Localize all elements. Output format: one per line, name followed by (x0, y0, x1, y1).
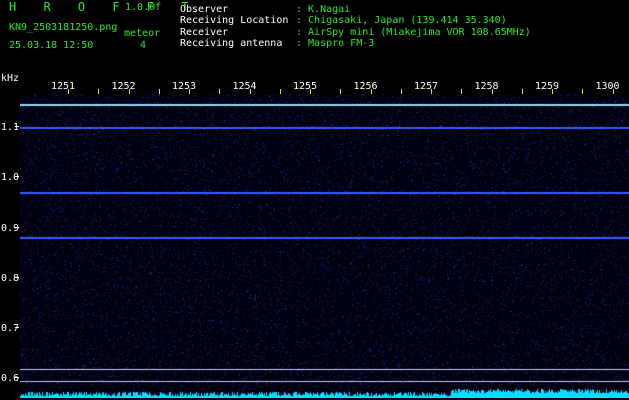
x-tick-label: 1300 (595, 81, 620, 92)
y-tick (15, 126, 19, 127)
x-tick-label: 1252 (111, 81, 136, 92)
x-tick-label: 1251 (50, 81, 76, 92)
version-label: 1.0.0f (125, 2, 162, 13)
x-tick-label: 1259 (534, 81, 560, 92)
app-logo: H R O F F T (9, 0, 199, 14)
info-label-location: Receiving Location (180, 15, 289, 26)
meteor-label: meteor (124, 28, 161, 39)
x-tick-label: 1257 (413, 81, 439, 92)
x-tick-label: 1256 (353, 81, 378, 92)
meteor-count: 4 (140, 40, 147, 51)
spectrogram (20, 94, 629, 398)
y-tick-label: 1.0 (1, 172, 20, 183)
datetime-label: 25.03.18 12:50 (9, 40, 94, 51)
filename-label: KN9_2503181250.png (9, 22, 118, 33)
y-tick-label: 0.9 (1, 223, 20, 234)
x-tick-label: 1254 (232, 81, 257, 92)
y-tick (15, 176, 19, 177)
info-label-antenna: Receiving antenna (180, 38, 283, 49)
y-tick (15, 377, 19, 378)
y-tick-label: 0.8 (1, 273, 20, 284)
info-value-antenna: : Maspro FM-3 (296, 38, 375, 49)
info-value-location: : Chigasaki, Japan (139.414 35.340) (296, 15, 507, 26)
y-tick (15, 227, 19, 228)
y-axis-unit: kHz (1, 73, 20, 84)
y-tick (15, 327, 19, 328)
y-tick (15, 277, 19, 278)
x-tick-label: 1253 (171, 81, 197, 92)
y-tick-label: 0.6 (1, 373, 20, 384)
x-tick-label: 1258 (474, 81, 499, 92)
y-tick-label: 0.7 (1, 323, 20, 334)
x-tick-label: 1255 (292, 81, 318, 92)
y-tick-label: 1.1 (1, 122, 20, 133)
